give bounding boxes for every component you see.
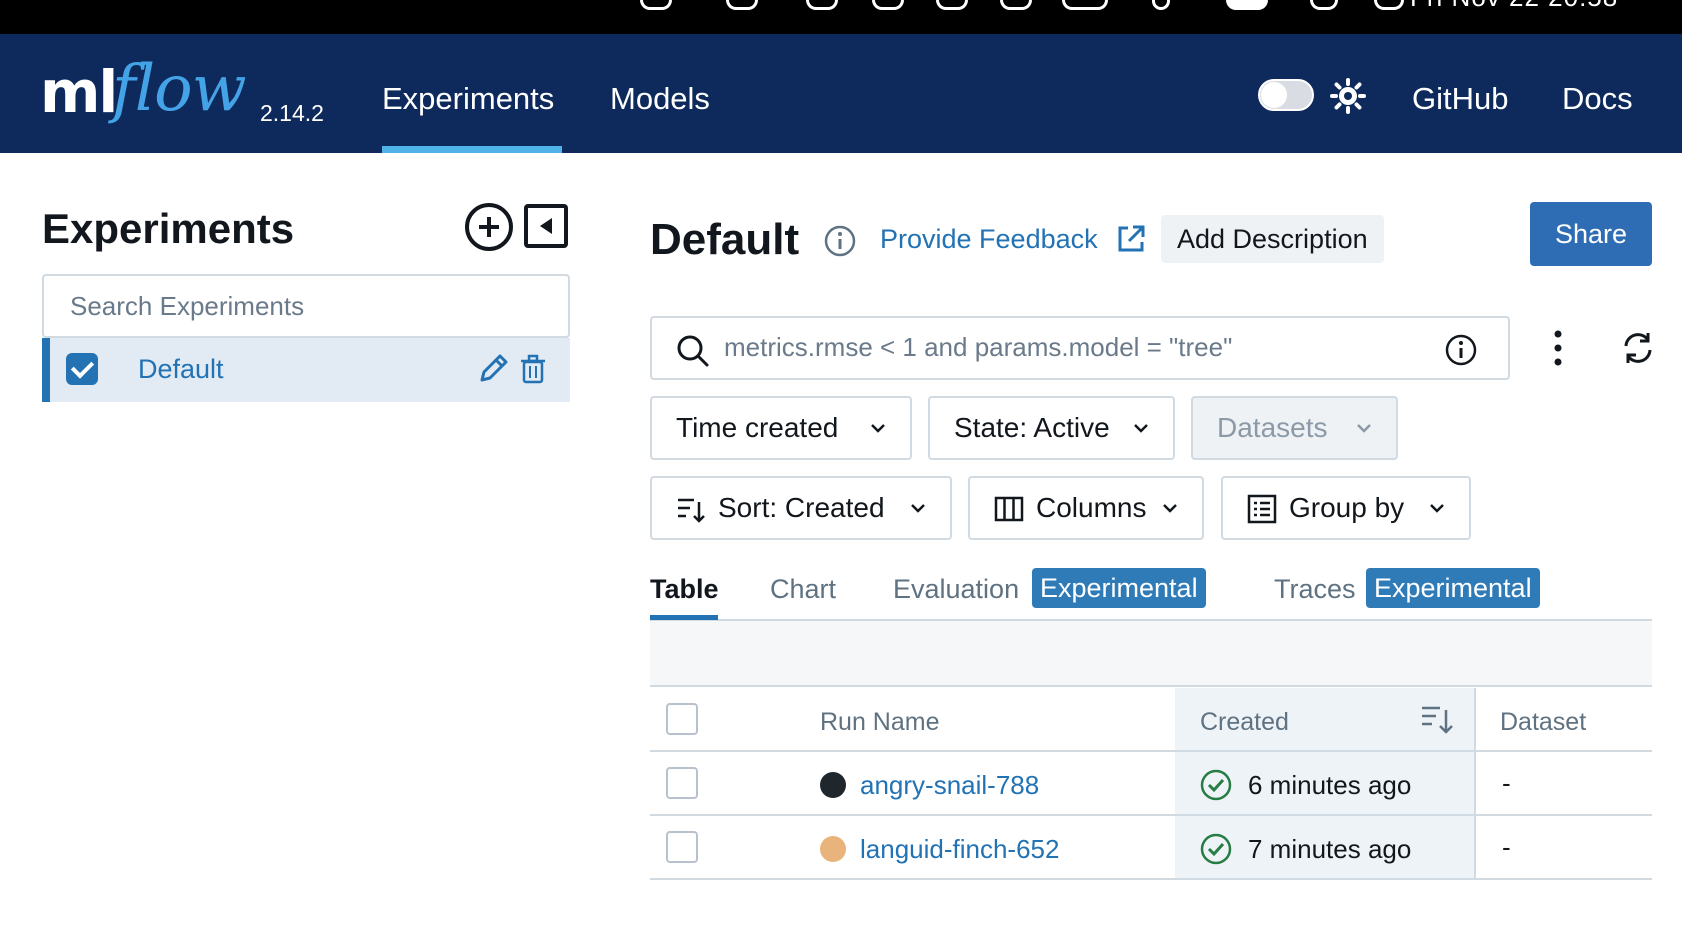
state-label: State: Active — [954, 412, 1110, 443]
row-checkbox[interactable] — [666, 831, 698, 863]
chevron-down-icon — [1134, 424, 1148, 433]
tab-traces[interactable]: Traces — [1274, 574, 1356, 605]
run-created-time: 6 minutes ago — [1248, 770, 1412, 800]
tab-evaluation[interactable]: Evaluation — [893, 574, 1019, 605]
menubar-status-icon[interactable] — [806, 0, 838, 10]
run-name-link[interactable]: languid-finch-652 — [860, 834, 1059, 865]
row-checkbox[interactable] — [666, 767, 698, 799]
success-check-icon — [1200, 833, 1232, 865]
run-dataset: - — [1502, 768, 1511, 798]
runs-search-input[interactable] — [724, 332, 1424, 363]
table-row: angry-snail-788 6 minutes ago - — [650, 752, 1652, 816]
nav-experiments[interactable]: Experiments — [382, 81, 554, 117]
group-by-dropdown[interactable]: Group by — [1221, 476, 1471, 540]
chevron-down-icon — [871, 424, 885, 433]
refresh-icon[interactable] — [1620, 330, 1656, 366]
more-options-icon[interactable] — [1550, 328, 1566, 368]
os-menubar: Fri Nov 22 20:58 — [0, 0, 1682, 34]
time-created-label: Time created — [676, 412, 839, 443]
wifi-icon[interactable] — [1152, 0, 1170, 10]
success-check-icon — [1200, 769, 1232, 801]
time-created-dropdown[interactable]: Time created — [650, 396, 912, 460]
run-color-dot[interactable] — [820, 772, 846, 798]
spotlight-icon[interactable] — [1310, 0, 1338, 10]
datasets-label: Datasets — [1217, 412, 1328, 443]
table-header-row: Run Name Created Dataset — [650, 688, 1652, 752]
run-created-time: 7 minutes ago — [1248, 834, 1412, 864]
trash-icon[interactable] — [516, 352, 550, 386]
run-name-link[interactable]: angry-snail-788 — [860, 770, 1039, 801]
provide-feedback-link[interactable]: Provide Feedback — [880, 224, 1098, 255]
logo-ml: ml — [40, 58, 118, 126]
sidebar-title: Experiments — [42, 205, 295, 252]
header-run-name[interactable]: Run Name — [820, 708, 940, 737]
experimental-badge: Experimental — [1032, 568, 1206, 608]
sort-icon — [678, 498, 705, 523]
input-source-icon[interactable] — [1226, 0, 1268, 10]
experimental-badge: Experimental — [1366, 568, 1540, 608]
menubar-status-icon[interactable] — [726, 0, 758, 10]
columns-dropdown[interactable]: Columns — [968, 476, 1204, 540]
github-link[interactable]: GitHub — [1412, 81, 1508, 117]
menubar-status-icon[interactable] — [1000, 0, 1032, 10]
top-header: ml flow 2.14.2 Experiments Models GitHub… — [0, 34, 1682, 153]
sidebar-item-default[interactable]: Default — [42, 338, 570, 402]
table-toolbar — [650, 621, 1652, 687]
group-by-label: Group by — [1289, 492, 1405, 523]
active-tab-indicator — [650, 615, 718, 620]
sort-label: Sort: Created — [718, 492, 885, 523]
state-dropdown[interactable]: State: Active — [928, 396, 1175, 460]
version-label: 2.14.2 — [260, 100, 324, 126]
runs-search-field[interactable] — [650, 316, 1510, 380]
experiment-name[interactable]: Default — [138, 354, 224, 385]
run-color-dot[interactable] — [820, 836, 846, 862]
chevron-down-icon — [911, 504, 925, 513]
menubar-status-icon[interactable] — [936, 0, 968, 10]
create-experiment-button[interactable] — [465, 203, 513, 251]
toggle-knob — [1261, 82, 1287, 108]
list-icon — [1247, 494, 1277, 524]
table-row: languid-finch-652 7 minutes ago - — [650, 816, 1652, 880]
sort-descending-icon[interactable] — [1420, 702, 1454, 736]
docs-link[interactable]: Docs — [1562, 81, 1633, 117]
chevron-down-icon — [1430, 504, 1444, 513]
share-button[interactable]: Share — [1530, 202, 1652, 266]
experiment-title: Default — [650, 215, 800, 264]
select-all-checkbox[interactable] — [666, 703, 698, 735]
header-dataset[interactable]: Dataset — [1500, 708, 1586, 737]
search-syntax-info-icon[interactable] — [1444, 333, 1478, 367]
chevron-down-icon — [1357, 424, 1371, 433]
dark-mode-toggle[interactable] — [1258, 79, 1314, 111]
logo-flow: flow — [112, 52, 246, 126]
experiment-search-field[interactable] — [42, 274, 570, 338]
datasets-dropdown[interactable]: Datasets — [1191, 396, 1398, 460]
header-created[interactable]: Created — [1200, 708, 1289, 737]
nav-active-indicator — [382, 146, 562, 153]
search-icon — [677, 335, 709, 367]
collapse-sidebar-button[interactable] — [524, 204, 568, 248]
tab-chart[interactable]: Chart — [770, 574, 836, 605]
columns-icon — [994, 496, 1024, 522]
menubar-status-icon[interactable] — [640, 0, 672, 10]
columns-label: Columns — [1036, 492, 1147, 523]
experiment-checkbox[interactable] — [66, 353, 98, 385]
experiment-search-input[interactable] — [70, 291, 568, 322]
run-dataset: - — [1502, 832, 1511, 862]
menubar-status-icon[interactable] — [872, 0, 904, 10]
info-icon[interactable] — [823, 224, 857, 258]
sun-icon — [1330, 78, 1366, 114]
nav-models[interactable]: Models — [610, 81, 710, 117]
battery-icon[interactable] — [1062, 0, 1108, 10]
menubar-clock[interactable]: Fri Nov 22 20:58 — [1410, 0, 1618, 13]
add-description-button[interactable]: Add Description — [1161, 215, 1384, 263]
chevron-down-icon — [1163, 504, 1177, 513]
external-link-icon[interactable] — [1114, 222, 1148, 256]
tab-table[interactable]: Table — [650, 574, 719, 605]
control-center-icon[interactable] — [1374, 0, 1404, 10]
sort-dropdown[interactable]: Sort: Created — [650, 476, 952, 540]
pencil-icon[interactable] — [474, 350, 512, 388]
